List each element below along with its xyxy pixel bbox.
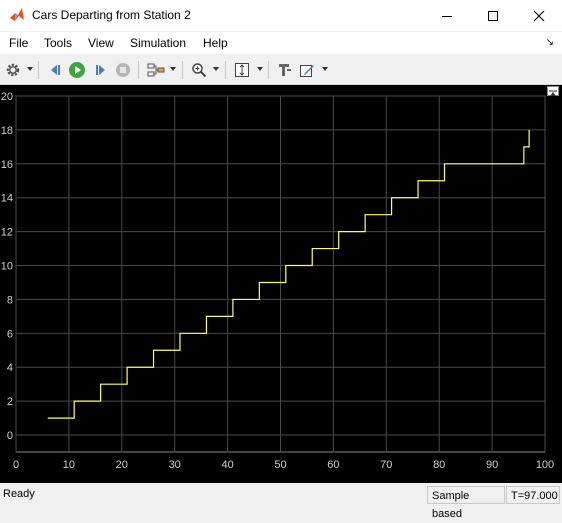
maximize-icon (488, 10, 498, 21)
status-mode: Sample based (427, 486, 505, 520)
highlight-dropdown-icon[interactable] (170, 67, 176, 71)
autoscale-icon (235, 63, 249, 77)
x-tick-label: 20 (116, 459, 128, 471)
y-tick-label: 14 (1, 193, 13, 205)
toolbar-separator (268, 61, 269, 79)
autoscale-button[interactable] (232, 60, 252, 80)
run-icon (69, 62, 85, 78)
x-tick-label: 0 (13, 459, 19, 471)
highlight-icon (147, 63, 165, 77)
style-button[interactable] (297, 60, 317, 80)
menu-simulation[interactable]: Simulation (130, 36, 186, 50)
style-icon (300, 65, 314, 77)
x-tick-label: 40 (221, 459, 233, 471)
y-tick-label: 6 (7, 328, 13, 340)
minimize-button[interactable] (424, 0, 470, 31)
x-tick-label: 30 (169, 459, 181, 471)
menu-bar: File Tools View Simulation Help ↘ (0, 32, 562, 54)
window-title: Cars Departing from Station 2 (32, 8, 191, 22)
step-back-button[interactable] (45, 60, 65, 80)
x-tick-label: 50 (274, 459, 286, 471)
menu-help[interactable]: Help (203, 36, 228, 50)
minimize-icon (442, 15, 452, 17)
status-time: T=97.000 (506, 486, 560, 504)
close-icon (533, 10, 545, 21)
y-tick-label: 4 (7, 362, 13, 374)
expand-legend-button[interactable] (547, 86, 559, 96)
y-tick-label: 2 (7, 396, 13, 408)
y-tick-label: 18 (1, 125, 13, 137)
menu-view[interactable]: View (88, 36, 114, 50)
scope-chart[interactable]: 0 10 20 30 40 50 60 70 80 90 100 0 2 4 6 8 10 12 14 16 18 20 (0, 85, 562, 483)
expand-icon (549, 90, 557, 96)
status-ready-text: Ready (3, 488, 35, 500)
y-tick-label: 12 (1, 227, 13, 239)
toolbar-separator (38, 61, 39, 79)
highlight-button[interactable] (146, 60, 166, 80)
x-tick-label: 80 (433, 459, 445, 471)
zoom-icon (192, 63, 207, 78)
toolbar-separator (138, 61, 139, 79)
title-bar: Cars Departing from Station 2 (0, 0, 562, 32)
settings-icon (6, 63, 20, 77)
toolbar (0, 56, 562, 85)
x-tick-label: 100 (536, 459, 554, 471)
cursor-measure-button[interactable] (274, 60, 294, 80)
matlab-app-icon (10, 8, 24, 21)
stop-button[interactable] (113, 60, 133, 80)
close-button[interactable] (516, 0, 562, 31)
run-button[interactable] (67, 60, 87, 80)
x-tick-label: 10 (63, 459, 75, 471)
menu-file[interactable]: File (9, 36, 28, 50)
zoom-button[interactable] (189, 60, 209, 80)
cursor-measure-icon (279, 64, 291, 76)
y-tick-label: 10 (1, 261, 13, 273)
x-tick-label: 70 (380, 459, 392, 471)
menu-tools[interactable]: Tools (44, 36, 72, 50)
autoscale-dropdown-icon[interactable] (257, 67, 263, 71)
x-tick-label: 90 (486, 459, 498, 471)
maximize-button[interactable] (470, 0, 516, 31)
scope-display[interactable]: 0 10 20 30 40 50 60 70 80 90 100 0 2 4 6 8 10 12 14 16 18 20 (0, 85, 562, 483)
step-forward-icon (96, 65, 105, 75)
style-dropdown-icon[interactable] (322, 67, 328, 71)
step-forward-button[interactable] (91, 60, 111, 80)
status-bar: Ready Sample based T=97.000 (0, 484, 562, 520)
zoom-dropdown-icon[interactable] (213, 67, 219, 71)
y-tick-label: 8 (7, 294, 13, 306)
y-tick-label: 16 (1, 159, 13, 171)
settings-dropdown-icon[interactable] (27, 67, 33, 71)
y-tick-label: 20 (1, 91, 13, 103)
toolbar-separator (182, 61, 183, 79)
step-back-icon (51, 65, 60, 75)
y-tick-label: 0 (7, 430, 13, 442)
menu-dock-arrow-icon[interactable]: ↘ (546, 37, 554, 48)
x-tick-label: 60 (327, 459, 339, 471)
toolbar-separator (225, 61, 226, 79)
settings-button[interactable] (3, 60, 23, 80)
stop-icon (116, 63, 130, 77)
